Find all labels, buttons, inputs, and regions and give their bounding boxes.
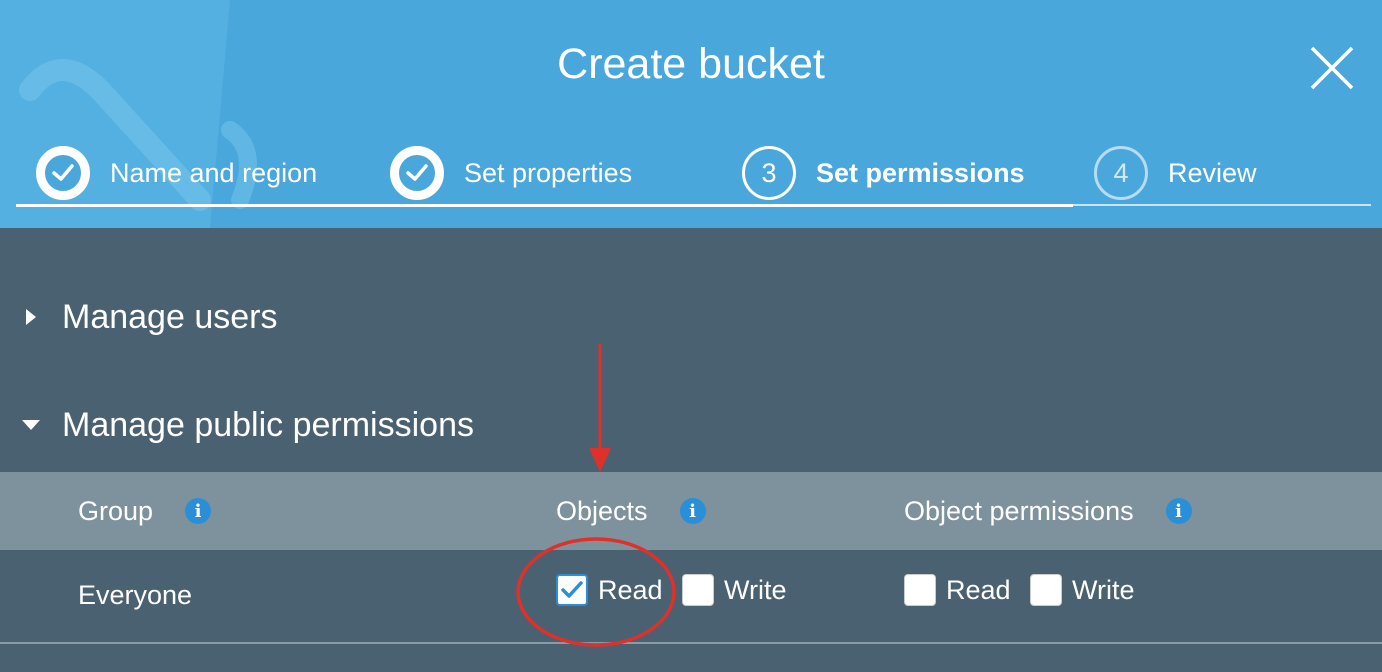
step-number-badge: 4 — [1094, 146, 1148, 200]
column-label: Object permissions — [904, 495, 1134, 526]
dialog-title: Create bucket — [557, 40, 825, 88]
manage-users-toggle[interactable]: Manage users — [0, 292, 277, 342]
permissions-table-header: Group i Objects i Object permissions i — [0, 472, 1382, 550]
column-header-object-permissions: Object permissions i — [904, 472, 1192, 550]
manage-public-permissions-toggle[interactable]: Manage public permissions — [0, 400, 474, 450]
caret-down-icon — [0, 418, 62, 432]
checkbox-label: Write — [1072, 574, 1135, 605]
column-header-objects: Objects i — [556, 472, 706, 550]
step-label: Name and region — [110, 157, 318, 188]
dialog-header: Create bucket Name and region Set proper… — [0, 0, 1382, 228]
step-set-permissions[interactable]: 3 Set permissions — [742, 146, 1025, 200]
checkbox-box[interactable] — [682, 574, 714, 606]
step-label: Review — [1168, 157, 1257, 188]
step-progress-remaining — [1073, 204, 1371, 206]
checkbox-label: Read — [598, 574, 663, 605]
info-icon[interactable]: i — [185, 498, 212, 524]
annotation-arrow-head-icon — [589, 448, 611, 472]
section-title: Manage public permissions — [62, 405, 474, 444]
caret-right-icon — [0, 308, 62, 326]
column-label: Objects — [556, 495, 648, 526]
step-name-and-region[interactable]: Name and region — [36, 146, 317, 200]
column-label: Group — [78, 495, 154, 526]
step-number: 4 — [1113, 157, 1129, 188]
step-review[interactable]: 4 Review — [1094, 146, 1257, 200]
info-icon[interactable]: i — [679, 498, 706, 524]
close-icon[interactable] — [1306, 42, 1358, 94]
checkbox-checked-icon[interactable] — [556, 574, 588, 606]
object-permissions-read-checkbox[interactable]: Read — [904, 574, 1011, 606]
step-label: Set properties — [464, 157, 633, 188]
step-number-badge: 3 — [742, 146, 796, 200]
step-label: Set permissions — [816, 157, 1025, 188]
group-name: Everyone — [78, 580, 193, 610]
column-header-group: Group i — [78, 472, 212, 550]
object-permissions-write-checkbox[interactable]: Write — [1030, 574, 1135, 606]
row-divider — [0, 642, 1382, 644]
step-complete-icon — [390, 146, 444, 200]
checkbox-box[interactable] — [1030, 574, 1062, 606]
step-complete-icon — [36, 146, 90, 200]
step-progress-bar — [16, 204, 1073, 207]
objects-write-checkbox[interactable]: Write — [682, 574, 787, 606]
objects-read-checkbox[interactable]: Read — [556, 574, 663, 606]
step-set-properties[interactable]: Set properties — [390, 146, 632, 200]
step-number: 3 — [761, 157, 777, 188]
checkbox-label: Read — [946, 574, 1011, 605]
info-icon[interactable]: i — [1165, 498, 1192, 524]
table-row: Everyone Read Write Read Write — [0, 550, 1382, 642]
section-title: Manage users — [62, 297, 278, 336]
checkbox-box[interactable] — [904, 574, 936, 606]
checkbox-label: Write — [724, 574, 787, 605]
